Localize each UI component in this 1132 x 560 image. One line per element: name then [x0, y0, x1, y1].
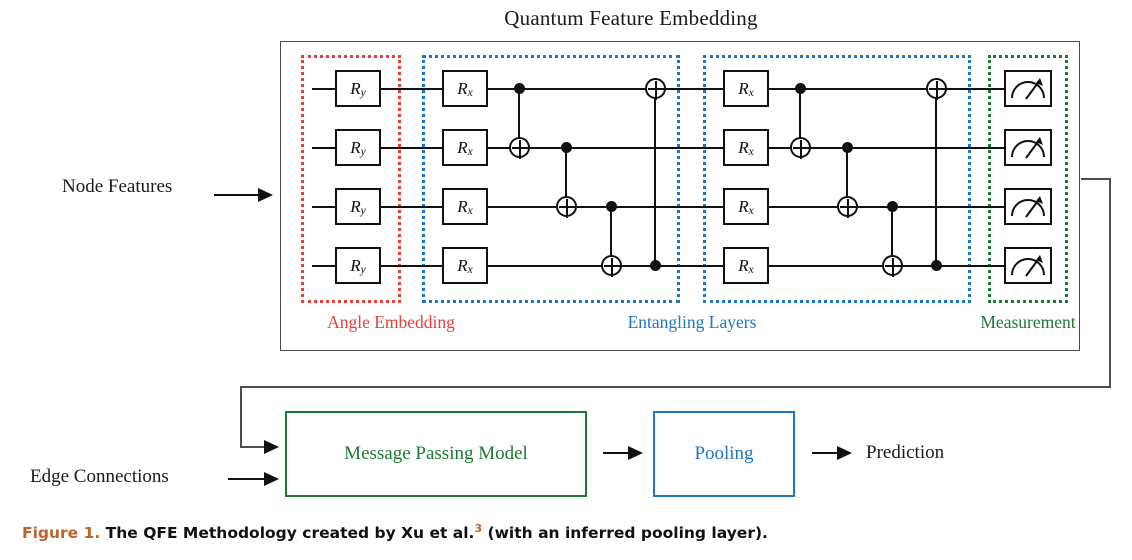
- pooling-box[interactable]: Pooling: [653, 411, 795, 497]
- gate-label-sub: x: [467, 263, 473, 276]
- gate-rx-l2-q3[interactable]: Rx: [723, 247, 769, 284]
- gate-label-main: R: [457, 255, 468, 275]
- feedback-path-right: [1109, 178, 1111, 388]
- cnot-l1-2-control: [560, 141, 572, 153]
- figure-caption-reference[interactable]: 3: [474, 522, 482, 535]
- measurement-meter-icon: [1011, 196, 1045, 218]
- cnot-l1-2-target: [555, 195, 578, 218]
- gate-label-sub: x: [748, 204, 754, 217]
- figure-title: Quantum Feature Embedding: [504, 6, 758, 30]
- message-passing-model-box[interactable]: Message Passing Model: [285, 411, 587, 497]
- figure-caption-number: Figure 1.: [22, 524, 101, 543]
- gate-label-main: R: [738, 196, 749, 216]
- gate-label-sub: x: [748, 263, 754, 276]
- node-features-arrow-head: [258, 188, 273, 202]
- edge-connections-arrow-head: [264, 472, 279, 486]
- gate-rx-l1-q0[interactable]: Rx: [442, 70, 488, 107]
- measurement-meter-icon: [1011, 255, 1045, 277]
- cnot-l2-2-target: [836, 195, 859, 218]
- qubit-wire-2: [312, 206, 1012, 208]
- edge-connections-label: Edge Connections: [30, 466, 169, 487]
- gate-label-sub: x: [748, 145, 754, 158]
- mpm-to-pooling-arrow-head: [628, 446, 643, 460]
- gate-rx-l2-q2[interactable]: Rx: [723, 188, 769, 225]
- gate-label-sub: y: [360, 145, 366, 158]
- figure-caption-text-after: (with an inferred pooling layer).: [487, 524, 768, 543]
- cnot-l2-4-target: [925, 77, 948, 100]
- pooling-to-prediction-arrow-head: [837, 446, 852, 460]
- gate-label-main: R: [457, 137, 468, 157]
- cnot-l2-1-control: [794, 82, 806, 94]
- measurement-gate-q2[interactable]: [1004, 188, 1052, 225]
- cnot-l1-3-target: [600, 254, 623, 277]
- figure-caption: Figure 1. The QFE Methodology created by…: [22, 522, 768, 542]
- feedback-path-top: [1081, 178, 1111, 180]
- cnot-l1-3-control: [605, 200, 617, 212]
- feedback-path-left: [240, 386, 242, 448]
- feedback-arrow-head: [264, 440, 279, 454]
- cnot-l2-3-control: [886, 200, 898, 212]
- qubit-wire-3: [312, 265, 1012, 267]
- gate-label-sub: y: [360, 86, 366, 99]
- gate-label-sub: x: [467, 145, 473, 158]
- gate-label-main: R: [738, 78, 749, 98]
- qubit-wire-1: [312, 147, 1012, 149]
- gate-ry-q3[interactable]: Ry: [335, 247, 381, 284]
- gate-rx-l1-q1[interactable]: Rx: [442, 129, 488, 166]
- gate-label-sub: y: [360, 263, 366, 276]
- gate-label-main: R: [350, 137, 361, 157]
- gate-label-main: R: [738, 137, 749, 157]
- cnot-l1-1-control: [513, 82, 525, 94]
- cnot-l2-4-link: [935, 88, 937, 265]
- cnot-l1-4-target: [644, 77, 667, 100]
- node-features-label: Node Features: [62, 176, 173, 197]
- gate-label-main: R: [350, 78, 361, 98]
- gate-label-sub: x: [467, 86, 473, 99]
- label-entangling-layers: Entangling Layers: [627, 312, 757, 332]
- pooling-to-prediction-arrow-line: [812, 452, 840, 455]
- feedback-path-bottom: [240, 386, 1111, 388]
- gate-rx-l2-q0[interactable]: Rx: [723, 70, 769, 107]
- node-features-arrow-line: [214, 194, 260, 197]
- measurement-meter-icon: [1011, 137, 1045, 159]
- cnot-l1-1-target: [508, 136, 531, 159]
- label-angle-embedding: Angle Embedding: [327, 312, 455, 332]
- pooling-label: Pooling: [694, 443, 754, 464]
- gate-label-sub: x: [748, 86, 754, 99]
- measurement-gate-q0[interactable]: [1004, 70, 1052, 107]
- message-passing-model-label: Message Passing Model: [344, 443, 528, 464]
- mpm-to-pooling-arrow-line: [603, 452, 631, 455]
- figure-caption-text-before: The QFE Methodology created by Xu et al.: [105, 524, 475, 543]
- cnot-l2-1-target: [789, 136, 812, 159]
- gate-rx-l2-q1[interactable]: Rx: [723, 129, 769, 166]
- gate-label-main: R: [457, 196, 468, 216]
- gate-label-main: R: [738, 255, 749, 275]
- gate-ry-q2[interactable]: Ry: [335, 188, 381, 225]
- measurement-gate-q3[interactable]: [1004, 247, 1052, 284]
- gate-label-main: R: [350, 255, 361, 275]
- edge-connections-arrow-line: [228, 478, 268, 481]
- gate-rx-l1-q2[interactable]: Rx: [442, 188, 488, 225]
- cnot-l1-4-link: [654, 88, 656, 265]
- prediction-label: Prediction: [866, 442, 945, 463]
- cnot-l2-2-control: [841, 141, 853, 153]
- gate-ry-q0[interactable]: Ry: [335, 70, 381, 107]
- gate-ry-q1[interactable]: Ry: [335, 129, 381, 166]
- gate-label-main: R: [350, 196, 361, 216]
- cnot-l2-4-control: [930, 259, 942, 271]
- gate-label-main: R: [457, 78, 468, 98]
- gate-label-sub: x: [467, 204, 473, 217]
- label-measurement: Measurement: [980, 312, 1076, 332]
- cnot-l2-3-target: [881, 254, 904, 277]
- cnot-l1-4-control: [649, 259, 661, 271]
- measurement-gate-q1[interactable]: [1004, 129, 1052, 166]
- gate-label-sub: y: [360, 204, 366, 217]
- measurement-meter-icon: [1011, 78, 1045, 100]
- gate-rx-l1-q3[interactable]: Rx: [442, 247, 488, 284]
